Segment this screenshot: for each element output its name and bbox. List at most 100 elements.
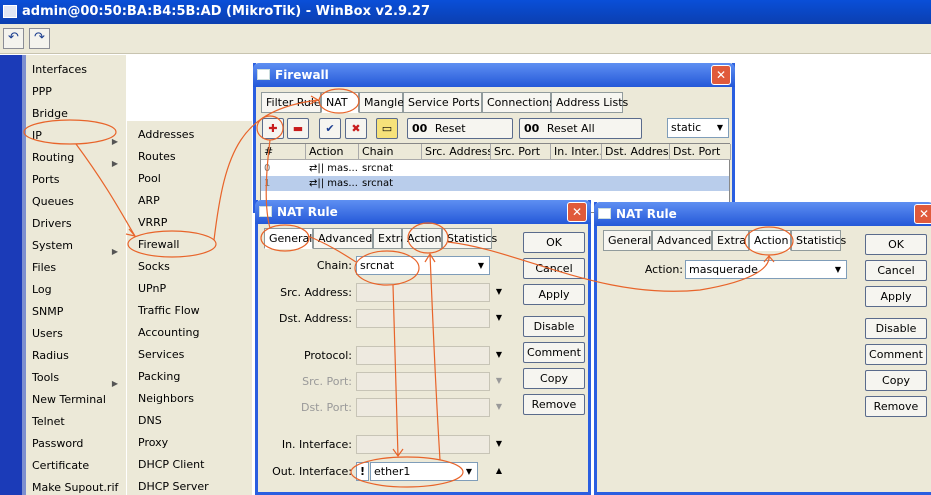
copy-button[interactable]: Copy [523,368,585,389]
tab-statistics[interactable]: Statistics [442,228,497,249]
menu-item-new-terminal[interactable]: New Terminal [26,390,126,410]
menu-item-make-supout-rif[interactable]: Make Supout.rif [26,478,126,495]
tab-extra[interactable]: Extra [373,228,407,249]
cancel-button[interactable]: Cancel [523,258,585,279]
menu-item-tools[interactable]: Tools ▶ [26,368,126,388]
submenu-item-traffic-flow[interactable]: Traffic Flow [127,301,251,321]
submenu-item-addresses[interactable]: Addresses [127,125,251,145]
submenu-item-socks[interactable]: Socks [127,257,251,277]
tab-address-lists[interactable]: Address Lists [551,92,628,113]
chevron-down-icon[interactable]: ▼ [492,284,506,300]
menu-item-ports[interactable]: Ports [26,170,126,190]
apply-button[interactable]: Apply [523,284,585,305]
negate-toggle[interactable]: ! [356,462,369,481]
disable-rule-button[interactable]: ✖ [345,118,367,139]
column-header-action[interactable]: Action [306,144,359,160]
dst-address-field[interactable] [356,309,490,328]
menu-item-ip[interactable]: IP ▶ [26,126,126,146]
action-select[interactable]: masquerade ▼ [685,260,847,279]
tab-filter-rules[interactable]: Filter Rules [261,92,326,113]
menu-item-users[interactable]: Users [26,324,126,344]
column-header-dst-port[interactable]: Dst. Port [670,144,731,160]
tab-general[interactable]: General [603,230,652,251]
chain-field[interactable]: srcnat ▼ [356,256,490,275]
column-header-dst-address[interactable]: Dst. Address [602,144,670,160]
close-icon[interactable]: ✕ [567,202,587,222]
submenu-item-routes[interactable]: Routes [127,147,251,167]
column-header-chain[interactable]: Chain [359,144,422,160]
redo-icon[interactable]: ↷ [29,28,50,49]
close-icon[interactable]: ✕ [711,65,731,85]
chevron-down-icon[interactable]: ▼ [492,373,506,389]
tab-statistics[interactable]: Statistics [791,230,846,251]
tab-action[interactable]: Action [749,230,791,251]
tab-action[interactable]: Action [402,228,442,249]
menu-item-log[interactable]: Log [26,280,126,300]
tab-advanced[interactable]: Advanced [652,230,712,251]
in-interface-field[interactable] [356,435,490,454]
comment-button[interactable]: Comment [865,344,927,365]
cancel-button[interactable]: Cancel [865,260,927,281]
menu-item-drivers[interactable]: Drivers [26,214,126,234]
tab-nat[interactable]: NAT [321,92,359,113]
close-icon[interactable]: ✕ [914,204,931,224]
remove-rule-button[interactable]: ▬ [287,118,309,139]
comment-button[interactable]: Comment [523,342,585,363]
menu-item-routing[interactable]: Routing ▶ [26,148,126,168]
submenu-item-dns[interactable]: DNS [127,411,251,431]
menu-item-bridge[interactable]: Bridge [26,104,126,124]
chevron-down-icon[interactable]: ▼ [492,310,506,326]
chevron-up-icon[interactable]: ▲ [492,463,506,479]
submenu-item-services[interactable]: Services [127,345,251,365]
chevron-down-icon[interactable]: ▼ [492,399,506,415]
copy-button[interactable]: Copy [865,370,927,391]
menu-item-files[interactable]: Files [26,258,126,278]
table-row[interactable]: 1 ⇄|| mas... srcnat [261,176,729,191]
column-header-src-port[interactable]: Src. Port [491,144,551,160]
submenu-item-upnp[interactable]: UPnP [127,279,251,299]
submenu-item-firewall[interactable]: Firewall [127,235,251,255]
table-row[interactable]: 0 ⇄|| mas... srcnat [261,161,729,176]
tab-general[interactable]: General [264,228,313,249]
submenu-item-accounting[interactable]: Accounting [127,323,251,343]
menu-item-interfaces[interactable]: Interfaces [26,60,126,80]
menu-item-system[interactable]: System ▶ [26,236,126,256]
tab-connections[interactable]: Connections [482,92,555,113]
tab-mangle[interactable]: Mangle [359,92,404,113]
apply-button[interactable]: Apply [865,286,927,307]
submenu-item-vrrp[interactable]: VRRP [127,213,251,233]
menu-item-password[interactable]: Password [26,434,126,454]
dst-port-field[interactable] [356,398,490,417]
src-address-field[interactable] [356,283,490,302]
submenu-item-packing[interactable]: Packing [127,367,251,387]
menu-item-telnet[interactable]: Telnet [26,412,126,432]
menu-item-queues[interactable]: Queues [26,192,126,212]
column-header-in-inter-[interactable]: In. Inter... [551,144,602,160]
submenu-item-dhcp-client[interactable]: DHCP Client [127,455,251,475]
out-interface-field[interactable]: ether1 ▼ [370,462,478,481]
reset-all-counters-button[interactable]: 00 Reset All Counters [519,118,642,154]
submenu-item-pool[interactable]: Pool [127,169,251,189]
chevron-down-icon[interactable]: ▼ [492,436,506,452]
reset-counters-button[interactable]: 00 Reset Counters [407,118,513,154]
add-rule-button[interactable]: ✚ [262,118,284,139]
tab-service-ports[interactable]: Service Ports [403,92,482,113]
enable-rule-button[interactable]: ✔ [319,118,341,139]
tab-extra[interactable]: Extra [712,230,749,251]
menu-item-certificate[interactable]: Certificate [26,456,126,476]
src-port-field[interactable] [356,372,490,391]
chevron-down-icon[interactable]: ▼ [492,347,506,363]
remove-button[interactable]: Remove [523,394,585,415]
submenu-item-dhcp-server[interactable]: DHCP Server [127,477,251,495]
comment-rule-button[interactable]: ▭ [376,118,398,139]
column-header--[interactable]: # [261,144,306,160]
ok-button[interactable]: OK [523,232,585,253]
disable-button[interactable]: Disable [523,316,585,337]
column-header-src-address[interactable]: Src. Address [422,144,491,160]
submenu-item-neighbors[interactable]: Neighbors [127,389,251,409]
undo-icon[interactable]: ↶ [3,28,24,49]
rule-filter-select[interactable]: static ▼ [667,118,729,138]
remove-button[interactable]: Remove [865,396,927,417]
submenu-item-arp[interactable]: ARP [127,191,251,211]
menu-item-radius[interactable]: Radius [26,346,126,366]
